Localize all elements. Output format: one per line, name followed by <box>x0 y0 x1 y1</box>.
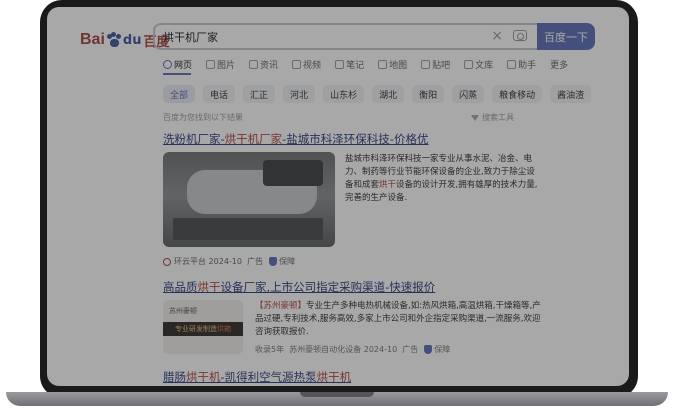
result-title-2[interactable]: 高品质烘干设备厂家,上市公司指定采购渠道-快速报价 <box>163 279 435 295</box>
chip-shandong[interactable]: 山东杉 <box>323 85 365 103</box>
tab-label: 图片 <box>217 60 236 71</box>
tab-label: 资讯 <box>260 60 279 71</box>
result-company[interactable]: 苏州豪顿自动化设备 <box>289 344 361 355</box>
result-description-1: 盐城市科泽环保科技一家专业从事水泥、冶金、电力、制药等行业节能环保设备的企业,致… <box>345 153 540 205</box>
result-meta-2: 收录5年 苏州豪顿自动化设备 2024-10 广告 保障 <box>255 344 450 355</box>
tab-map[interactable]: 地图 <box>378 57 407 71</box>
result-image-dryer[interactable] <box>163 152 335 247</box>
tab-label: 文库 <box>475 60 494 71</box>
tieba-icon <box>421 59 431 69</box>
tab-video[interactable]: 视频 <box>292 57 321 71</box>
tab-label: 视频 <box>303 60 322 71</box>
search-button[interactable]: 百度一下 <box>537 23 595 50</box>
guarantee-badge[interactable]: 保障 <box>434 344 450 355</box>
title-highlight: 烘干机 <box>186 370 221 384</box>
search-tools-label: 搜索工具 <box>482 113 514 122</box>
desc-brand: 【苏州豪顿】 <box>255 301 307 311</box>
notes-icon <box>335 59 345 69</box>
ad-label: 广告 <box>402 345 419 354</box>
tab-news[interactable]: 资讯 <box>249 57 278 71</box>
title-text: -凯得利空气源热泵 <box>220 370 317 384</box>
result-meta-1: 环云平台 2024-10 广告 保障 <box>163 256 295 267</box>
title-highlight: 烘干机厂家 <box>224 132 283 146</box>
title-highlight: 烘干 <box>197 280 221 294</box>
assistant-icon <box>507 59 517 69</box>
band-highlight: 烘箱 <box>217 325 231 333</box>
chip-all[interactable]: 全部 <box>163 85 196 103</box>
desc-highlight: 烘干 <box>379 180 397 190</box>
dryer-cabinet-shape <box>263 160 323 186</box>
title-text: 腊肠 <box>163 370 186 384</box>
chip-huizheng[interactable]: 汇正 <box>243 85 276 103</box>
title-text: 设备厂家,上市公司指定采购渠道-快速报价 <box>220 280 436 294</box>
tab-label: 贴吧 <box>432 60 451 71</box>
ad-image-brand: 苏州豪顿 <box>169 307 197 315</box>
filter-chips: 全部 电话 汇正 河北 山东杉 湖北 衡阳 闪蒸 粮食移动 酱油渣 <box>163 85 599 103</box>
result-date: 2024-10 <box>208 257 242 266</box>
chip-hubei[interactable]: 湖北 <box>372 85 405 103</box>
chip-phone[interactable]: 电话 <box>203 85 236 103</box>
tab-label: 网页 <box>174 60 193 71</box>
filter-icon <box>471 114 479 121</box>
ad-image-band: 专业研发制造 烘箱 <box>163 322 243 336</box>
shield-icon <box>269 257 278 266</box>
result-title-3[interactable]: 腊肠烘干机-凯得利空气源热泵烘干机 <box>163 369 351 385</box>
video-icon <box>292 59 302 69</box>
band-text: 专业研发制造 <box>175 325 217 333</box>
tab-images[interactable]: 图片 <box>206 57 235 71</box>
result-title-1[interactable]: 洗粉机厂家-烘干机厂家-盐城市科泽环保科技-价格优 <box>163 131 428 147</box>
shield-icon <box>424 345 433 354</box>
logo-text-du: du <box>122 32 142 48</box>
tab-web[interactable]: 网页 <box>163 57 192 71</box>
title-highlight: 烘干机 <box>316 370 352 384</box>
wenku-icon <box>464 59 474 69</box>
close-icon[interactable]: × <box>491 28 503 44</box>
laptop-notch <box>300 392 374 397</box>
title-text: -盐城市科泽环保科技-价格优 <box>282 132 429 146</box>
title-text: 高品质 <box>163 280 198 294</box>
result-count-hint: 百度为您找到以下结果 <box>163 113 243 122</box>
search-tools[interactable]: 搜索工具 <box>471 112 514 123</box>
logo-text-bai: Bai <box>80 31 105 48</box>
chip-grain-mobile[interactable]: 粮食移动 <box>492 85 543 103</box>
search-box[interactable]: × <box>153 23 537 50</box>
ad-label: 广告 <box>247 257 264 266</box>
active-tab-indicator <box>163 73 191 75</box>
location-pin-icon <box>163 257 171 266</box>
guarantee-badge[interactable]: 保障 <box>279 256 295 267</box>
chip-soy-residue[interactable]: 酱油渣 <box>550 85 592 103</box>
tab-notes[interactable]: 笔记 <box>335 57 364 71</box>
tab-wenku[interactable]: 文库 <box>464 57 493 71</box>
image-icon <box>206 59 216 69</box>
dryer-base-shape <box>173 218 323 240</box>
tab-label: 地图 <box>389 60 408 71</box>
tab-assistant[interactable]: 助手 <box>507 57 536 71</box>
camera-icon[interactable] <box>513 30 527 41</box>
paw-icon <box>106 32 122 48</box>
result-image-oven-ad[interactable]: 苏州豪顿 专业研发制造 烘箱 <box>163 300 243 354</box>
result-source[interactable]: 环云平台 <box>174 256 206 267</box>
web-icon <box>163 59 172 69</box>
tab-label: 更多 <box>550 60 569 71</box>
result-date: 2024-10 <box>363 345 398 354</box>
tab-label: 笔记 <box>346 60 365 71</box>
indexed-years: 收录5年 <box>255 345 285 354</box>
search-tabs: 网页 图片 资讯 视频 笔记 地图 贴吧 文库 助手 更多 <box>163 57 582 71</box>
tab-label: 助手 <box>518 60 537 71</box>
search-input[interactable] <box>163 30 463 43</box>
news-icon <box>249 59 259 69</box>
title-text: 洗粉机厂家- <box>163 132 225 146</box>
chip-hebei[interactable]: 河北 <box>283 85 316 103</box>
map-icon <box>378 59 388 69</box>
browser-screen: Bai du 百度 × 百度一下 网页 图片 资讯 视频 笔记 地图 贴吧 文库… <box>47 7 629 386</box>
chip-flash[interactable]: 闪蒸 <box>452 85 485 103</box>
chip-hengyang[interactable]: 衡阳 <box>412 85 445 103</box>
result-description-2: 【苏州豪顿】专业生产多种电热机械设备,如:热风烘箱,高温烘箱,干燥箱等,产品过硬… <box>255 300 545 339</box>
tab-tieba[interactable]: 贴吧 <box>421 57 450 71</box>
tab-more[interactable]: 更多 <box>550 57 568 71</box>
